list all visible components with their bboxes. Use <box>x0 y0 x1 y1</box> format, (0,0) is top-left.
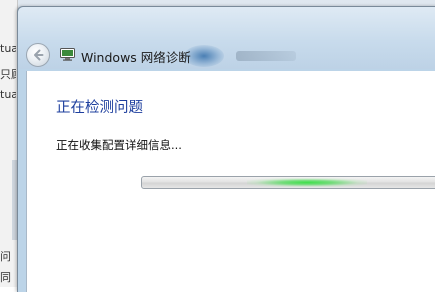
background-window-edge: tua 只顾 tua 问 同 <box>0 0 18 287</box>
dialog-content: 正在检测问题 正在收集配置详细信息... <box>26 71 435 292</box>
background-text-fragment: tua <box>0 88 16 101</box>
network-diagnostics-icon <box>60 48 75 61</box>
background-text-fragment: 问 <box>0 250 11 263</box>
progress-indicator <box>247 178 367 187</box>
back-arrow-icon <box>34 49 44 61</box>
back-button[interactable] <box>26 43 50 67</box>
progress-bar <box>141 176 435 189</box>
blurred-background-text <box>236 51 296 61</box>
background-text-fragment: 只顾 <box>0 68 16 81</box>
dialog-title: Windows 网络诊断 <box>81 50 191 65</box>
background-text-fragment: 同 <box>0 271 11 284</box>
page-heading: 正在检测问题 <box>56 100 143 116</box>
dialog-titlebar: Windows 网络诊断 <box>18 7 435 69</box>
status-text: 正在收集配置详细信息... <box>56 138 182 152</box>
network-diagnostics-dialog: Windows 网络诊断 正在检测问题 正在收集配置详细信息... <box>17 6 435 292</box>
background-text-fragment: tua <box>0 42 16 55</box>
